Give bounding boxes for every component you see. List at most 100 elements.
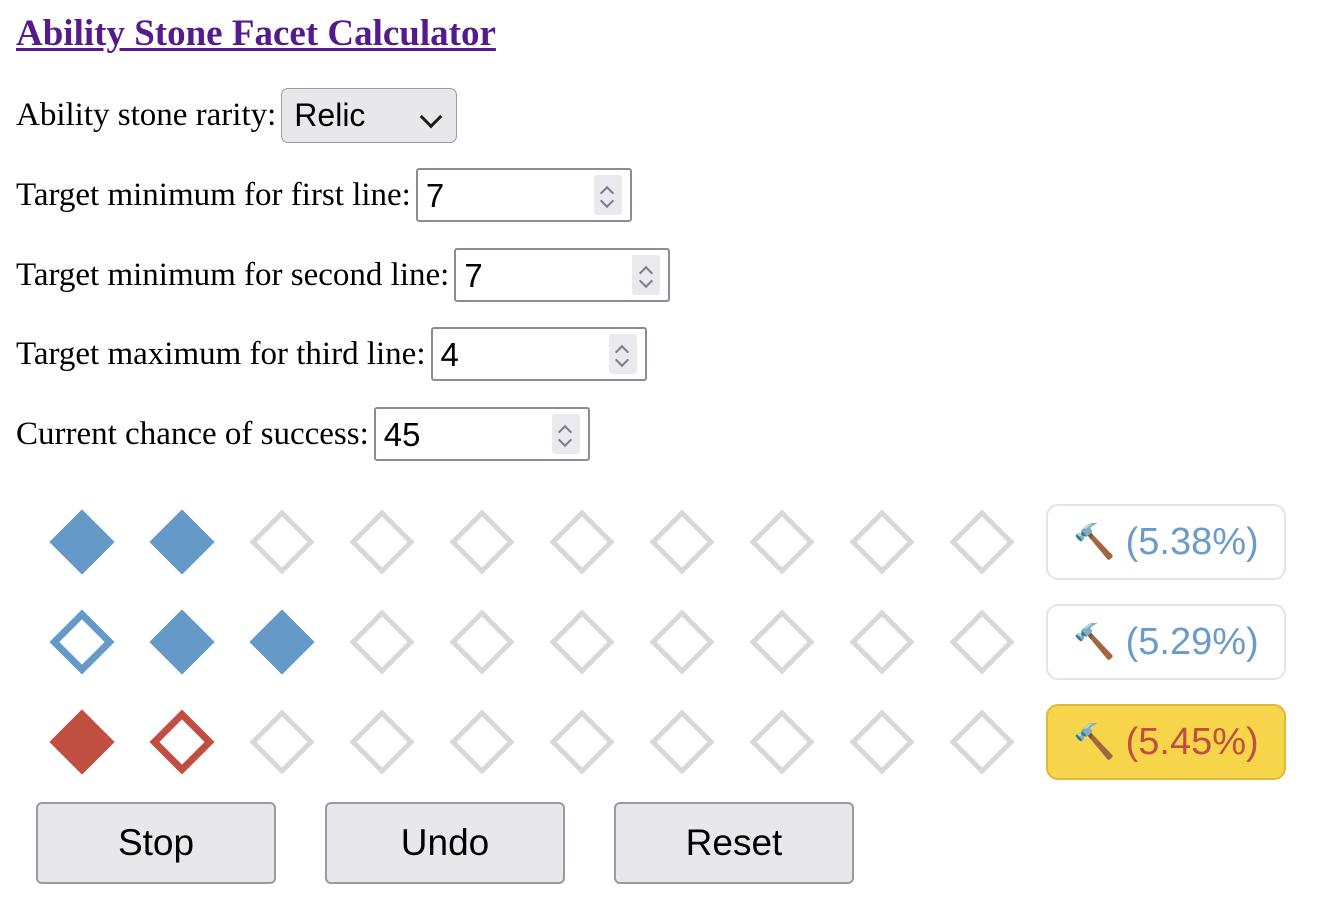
chevron-down-icon [420,105,442,127]
diamond-empty-icon [649,609,715,675]
facet-slot[interactable] [432,592,532,692]
diamond-strip [32,492,1032,592]
diamond-empty-icon [749,709,815,775]
diamond-empty-icon [849,609,915,675]
facet-slot[interactable] [632,492,732,592]
stop-button[interactable]: Stop [36,802,276,884]
reset-button[interactable]: Reset [614,802,854,884]
facet-slot[interactable] [532,692,632,792]
facet-grid: 🔨 (5.38%) 🔨 (5.29%) 🔨 (5.45%) [0,492,1322,792]
diamond-empty-icon [949,509,1015,575]
diamond-empty-icon [549,509,615,575]
facet-slot[interactable] [332,692,432,792]
probability-badge-third-line[interactable]: 🔨 (5.45%) [1046,704,1286,780]
facet-row-first-line: 🔨 (5.38%) [0,492,1322,592]
chance-stepper[interactable] [551,414,580,454]
hammer-icon: 🔨 [1073,523,1116,561]
first-line-label: Target minimum for first line: [16,176,411,213]
first-line-row: Target minimum for first line: 7 [16,168,632,222]
third-line-input[interactable]: 4 [430,327,647,381]
second-line-label: Target minimum for second line: [16,256,450,293]
facet-slot[interactable] [32,492,132,592]
diamond-empty-icon [349,509,415,575]
diamond-empty-icon [949,609,1015,675]
facet-slot[interactable] [932,592,1032,692]
facet-slot[interactable] [732,692,832,792]
facet-slot[interactable] [232,492,332,592]
first-line-value: 7 [425,176,445,214]
third-line-value: 4 [440,335,459,373]
facet-slot[interactable] [832,492,932,592]
diamond-empty-icon [249,709,315,775]
chevron-up-icon[interactable] [601,185,614,193]
diamond-empty-icon [849,509,915,575]
facet-slot[interactable] [132,692,232,792]
diamond-empty-icon [549,609,615,675]
diamond-red-hollow-icon [149,709,215,775]
facet-slot[interactable] [132,492,232,592]
facet-slot[interactable] [532,492,632,592]
facet-slot[interactable] [332,592,432,692]
facet-slot[interactable] [832,692,932,792]
probability-badge-second-line[interactable]: 🔨 (5.29%) [1046,604,1286,680]
second-line-row: Target minimum for second line: 7 [16,248,671,302]
first-line-stepper[interactable] [593,175,622,215]
hammer-icon: 🔨 [1073,723,1116,761]
action-button-bar: Stop Undo Reset [36,802,854,884]
chance-input[interactable]: 45 [373,407,590,461]
diamond-empty-icon [949,709,1015,775]
second-line-value: 7 [464,256,483,294]
hammer-icon: 🔨 [1073,623,1116,661]
rarity-select[interactable]: Relic [281,88,458,143]
diamond-red-filled-icon [49,709,115,775]
facet-slot[interactable] [432,492,532,592]
third-line-stepper[interactable] [608,334,637,374]
diamond-empty-icon [349,609,415,675]
second-line-stepper[interactable] [632,255,661,295]
rarity-row: Ability stone rarity: Relic [16,88,458,143]
chevron-up-icon[interactable] [559,424,572,432]
facet-slot[interactable] [632,592,732,692]
facet-slot[interactable] [732,492,832,592]
facet-row-second-line: 🔨 (5.29%) [0,592,1322,692]
diamond-blue-filled-icon [49,509,115,575]
facet-slot[interactable] [132,592,232,692]
facet-slot[interactable] [232,692,332,792]
page-title-container: Ability Stone Facet Calculator [16,13,496,55]
probability-value: (5.29%) [1125,620,1259,663]
facet-slot[interactable] [932,692,1032,792]
facet-slot[interactable] [932,492,1032,592]
chevron-down-icon[interactable] [559,436,572,444]
second-line-input[interactable]: 7 [454,248,671,302]
facet-slot[interactable] [632,692,732,792]
third-line-label: Target maximum for third line: [16,335,426,372]
diamond-empty-icon [649,709,715,775]
facet-slot[interactable] [332,492,432,592]
diamond-empty-icon [749,609,815,675]
facet-slot[interactable] [232,592,332,692]
facet-slot[interactable] [532,592,632,692]
page-title-link[interactable]: Ability Stone Facet Calculator [16,13,496,54]
facet-slot[interactable] [732,592,832,692]
undo-button[interactable]: Undo [325,802,565,884]
chevron-down-icon[interactable] [640,277,653,285]
facet-slot[interactable] [832,592,932,692]
probability-value: (5.45%) [1125,720,1259,763]
chevron-down-icon[interactable] [601,197,614,205]
diamond-strip [32,692,1032,792]
diamond-empty-icon [549,709,615,775]
diamond-empty-icon [449,709,515,775]
chevron-up-icon[interactable] [640,265,653,273]
diamond-blue-hollow-icon [49,609,115,675]
facet-slot[interactable] [432,692,532,792]
chevron-up-icon[interactable] [616,344,629,352]
first-line-input[interactable]: 7 [415,168,632,222]
chevron-down-icon[interactable] [616,356,629,364]
probability-badge-first-line[interactable]: 🔨 (5.38%) [1046,504,1286,580]
chance-value: 45 [383,415,421,453]
diamond-empty-icon [449,609,515,675]
facet-slot[interactable] [32,592,132,692]
facet-slot[interactable] [32,692,132,792]
diamond-blue-filled-icon [149,609,215,675]
chance-row: Current chance of success: 45 [16,407,590,461]
